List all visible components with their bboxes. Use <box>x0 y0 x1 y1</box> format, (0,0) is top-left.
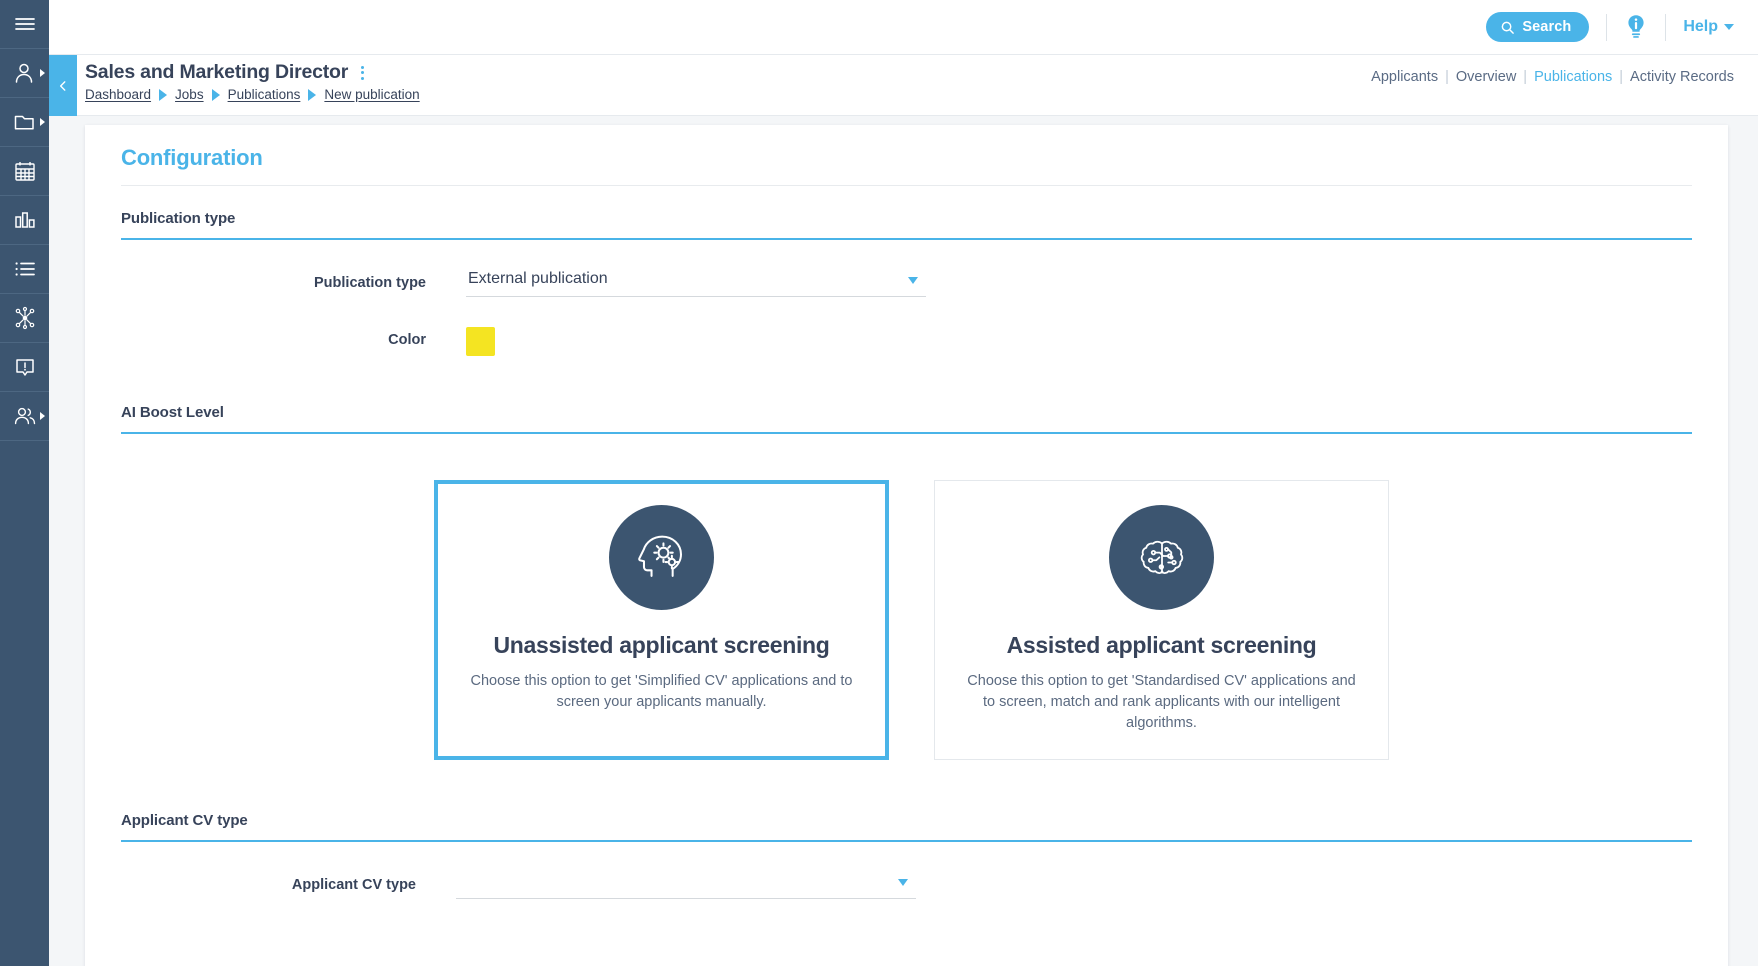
color-field <box>466 327 926 356</box>
boost-card-description: Choose this option to get 'Simplified CV… <box>470 673 853 710</box>
top-bar: Search Help <box>49 0 1758 55</box>
section-heading: Applicant CV type <box>121 812 1692 842</box>
users-icon <box>13 404 37 428</box>
boost-card-description: Choose this option to get 'Standardised … <box>967 673 1356 731</box>
form-row-applicant-cv-type: Applicant CV type <box>121 872 1692 899</box>
left-sidebar <box>0 0 49 966</box>
page-title: Sales and Marketing Director <box>85 61 349 83</box>
page-header-nav: Applicants | Overview | Publications | A… <box>1371 55 1734 85</box>
applicant-cv-type-select[interactable] <box>456 872 916 899</box>
color-swatch[interactable] <box>466 327 495 356</box>
breadcrumb: Dashboard Jobs Publications New publicat… <box>85 87 420 102</box>
applicant-cv-type-field <box>456 872 916 899</box>
breadcrumb-item-jobs[interactable]: Jobs <box>175 87 204 102</box>
nav-separator: | <box>1619 69 1624 85</box>
sidebar-item-reports[interactable] <box>0 196 49 245</box>
breadcrumb-item-new-publication[interactable]: New publication <box>324 87 419 102</box>
breadcrumb-arrow-icon <box>159 88 168 101</box>
user-icon <box>13 61 37 85</box>
sidebar-collapse-handle[interactable] <box>49 55 77 116</box>
page-header-left: Sales and Marketing Director Dashboard J… <box>85 55 420 102</box>
publication-type-label: Publication type <box>314 275 426 291</box>
chevron-right-icon <box>40 69 45 77</box>
toolbar-divider <box>1606 13 1608 41</box>
nav-link-activity-records[interactable]: Activity Records <box>1630 69 1734 85</box>
kebab-dot <box>361 71 365 74</box>
alert-icon <box>13 355 37 379</box>
sidebar-item-workflow[interactable] <box>0 294 49 343</box>
folder-icon <box>13 110 37 134</box>
boost-card-title: Assisted applicant screening <box>1006 632 1317 658</box>
section-heading: AI Boost Level <box>121 404 1692 434</box>
form-row-publication-type: Publication type External publication <box>121 270 1692 297</box>
card-title: Configuration <box>121 145 1692 186</box>
hamburger-icon <box>13 12 37 36</box>
help-menu[interactable]: Help <box>1683 18 1734 36</box>
breadcrumb-item-dashboard[interactable]: Dashboard <box>85 87 151 102</box>
calendar-icon <box>13 159 37 183</box>
nav-link-applicants[interactable]: Applicants <box>1371 69 1438 85</box>
brain-circuit-icon <box>1109 505 1214 610</box>
sidebar-item-notifications[interactable] <box>0 343 49 392</box>
breadcrumb-arrow-icon <box>308 88 317 101</box>
search-icon <box>1502 21 1515 34</box>
content-area: Configuration Publication type Publicati… <box>49 116 1758 966</box>
page-header: Sales and Marketing Director Dashboard J… <box>49 55 1758 116</box>
search-button-label: Search <box>1522 19 1572 35</box>
app-root: Search Help Sales and Marketing Director <box>0 0 1758 966</box>
toolbar-divider <box>1665 13 1667 41</box>
search-button[interactable]: Search <box>1486 12 1590 42</box>
chevron-right-icon <box>40 412 45 420</box>
applicant-cv-type-label: Applicant CV type <box>291 877 416 893</box>
nav-link-overview[interactable]: Overview <box>1456 69 1516 85</box>
sidebar-item-calendar[interactable] <box>0 147 49 196</box>
sidebar-item-applicants[interactable] <box>0 49 49 98</box>
chevron-right-icon <box>40 118 45 126</box>
list-icon <box>13 257 37 281</box>
nav-link-publications[interactable]: Publications <box>1534 69 1612 85</box>
chevron-down-icon <box>1724 24 1734 30</box>
boost-card-title: Unassisted applicant screening <box>493 632 830 658</box>
more-vertical-icon[interactable] <box>358 64 367 82</box>
head-gears-icon <box>609 505 714 610</box>
ai-boost-options: Unassisted applicant screening Choose th… <box>121 480 1692 760</box>
sidebar-item-teams[interactable] <box>0 392 49 441</box>
nav-separator: | <box>1445 69 1449 85</box>
section-ai-boost-level: AI Boost Level Unassisted applicant scre… <box>121 404 1692 760</box>
section-heading: Publication type <box>121 210 1692 240</box>
color-label: Color <box>388 332 426 348</box>
boost-card-assisted[interactable]: Assisted applicant screening Choose this… <box>934 480 1389 760</box>
sidebar-item-menu-toggle[interactable] <box>0 0 49 49</box>
help-menu-label: Help <box>1683 18 1718 35</box>
nav-separator: | <box>1523 69 1528 85</box>
breadcrumb-item-publications[interactable]: Publications <box>228 87 301 102</box>
section-applicant-cv-type: Applicant CV type Applicant CV type <box>121 812 1692 899</box>
publication-type-field: External publication <box>466 270 926 297</box>
publication-type-select[interactable]: External publication <box>466 270 926 297</box>
lightbulb-info-icon[interactable] <box>1624 14 1648 40</box>
kebab-dot <box>361 65 365 69</box>
section-publication-type: Publication type Publication type Extern… <box>121 210 1692 356</box>
boost-card-unassisted[interactable]: Unassisted applicant screening Choose th… <box>434 480 889 760</box>
kebab-dot <box>361 76 365 80</box>
page-title-row: Sales and Marketing Director <box>85 61 420 84</box>
sidebar-item-lists[interactable] <box>0 245 49 294</box>
breadcrumb-arrow-icon <box>211 88 220 101</box>
network-icon <box>13 306 37 330</box>
form-row-color: Color <box>121 327 1692 356</box>
bar-chart-icon <box>13 208 37 232</box>
sidebar-item-jobs[interactable] <box>0 98 49 147</box>
chevron-left-icon <box>59 80 66 91</box>
main-column: Search Help Sales and Marketing Director <box>49 0 1758 966</box>
configuration-card: Configuration Publication type Publicati… <box>85 125 1728 966</box>
